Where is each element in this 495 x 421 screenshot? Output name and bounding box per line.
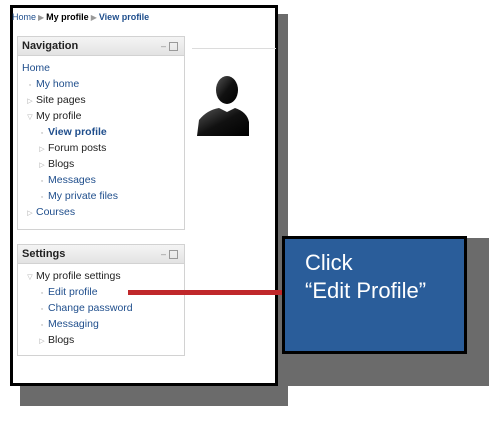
navigation-block: Navigation – Home ▫ My home ▷ Site pages ▽ My … (17, 36, 185, 230)
navigation-item-label: My profile (36, 110, 82, 122)
navigation-item-messages[interactable]: ▫ Messages (18, 172, 184, 188)
navigation-item-label: Home (22, 62, 51, 74)
user-avatar (197, 76, 249, 136)
breadcrumb-separator-icon: ▶ (90, 13, 97, 22)
expand-arrow-icon: ▷ (39, 338, 45, 345)
callout-line-2: “Edit Profile” (305, 278, 427, 303)
navigation-item-label: View profile (48, 126, 107, 138)
navigation-item-blogs[interactable]: ▷ Blogs (18, 156, 184, 172)
breadcrumb-separator-icon: ▶ (38, 13, 45, 22)
navigation-item-my-private-files[interactable]: ▫ My private files (18, 188, 184, 204)
dock-icon[interactable] (169, 250, 178, 260)
navigation-item-view-profile[interactable]: ▫ View profile (18, 124, 184, 140)
dock-icon[interactable] (169, 42, 178, 52)
breadcrumb: Home ▶ My profile ▶ View profile (12, 12, 149, 22)
settings-block: Settings – ▽ My profile settings ▫ Edit pro… (17, 244, 185, 356)
navigation-item-label: Messages (48, 174, 96, 186)
settings-item-label: My profile settings (36, 270, 121, 282)
settings-block-title: Settings (22, 248, 66, 260)
callout-line-1: Click (305, 250, 353, 275)
navigation-tree: Home ▫ My home ▷ Site pages ▽ My profile ▫ View … (18, 56, 184, 224)
navigation-item-label: Blogs (48, 158, 75, 170)
settings-item-label: Blogs (48, 334, 75, 346)
settings-item-blogs[interactable]: ▷ Blogs (18, 332, 184, 348)
navigation-block-header: Navigation – (18, 37, 184, 56)
navigation-item-forum-posts[interactable]: ▷ Forum posts (18, 140, 184, 156)
settings-item-label: Edit profile (48, 286, 98, 298)
navigation-item-my-profile[interactable]: ▽ My profile (18, 108, 184, 124)
navigation-item-label: Courses (36, 206, 76, 218)
minimize-icon[interactable]: – (161, 249, 166, 259)
block-controls: – (161, 37, 178, 55)
navigation-item-site-pages[interactable]: ▷ Site pages (18, 92, 184, 108)
settings-item-change-password[interactable]: ▫ Change password (18, 300, 184, 316)
navigation-item-courses[interactable]: ▷ Courses (18, 204, 184, 220)
navigation-block-title: Navigation (22, 40, 79, 52)
settings-tree: ▽ My profile settings ▫ Edit profile ▫ Change… (18, 264, 184, 352)
settings-item-label: Change password (48, 302, 133, 314)
navigation-item-label: My private files (48, 190, 119, 202)
navigation-item-label: Forum posts (48, 142, 107, 154)
settings-item-label: Messaging (48, 318, 99, 330)
breadcrumb-my-profile[interactable]: My profile (46, 12, 89, 22)
settings-item-my-profile-settings[interactable]: ▽ My profile settings (18, 268, 184, 284)
settings-item-messaging[interactable]: ▫ Messaging (18, 316, 184, 332)
navigation-item-label: Site pages (36, 94, 86, 106)
navigation-item-home[interactable]: Home (18, 60, 184, 76)
minimize-icon[interactable]: – (161, 41, 166, 51)
callout-pointer-line (128, 290, 284, 295)
content-divider (192, 48, 276, 49)
instruction-callout: Click “Edit Profile” (282, 236, 467, 354)
expand-arrow-icon: ▷ (27, 210, 33, 217)
settings-block-header: Settings – (18, 245, 184, 264)
breadcrumb-home[interactable]: Home (12, 12, 36, 22)
breadcrumb-view-profile[interactable]: View profile (99, 12, 149, 22)
block-controls: – (161, 245, 178, 263)
navigation-item-label: My home (36, 78, 80, 90)
navigation-item-my-home[interactable]: ▫ My home (18, 76, 184, 92)
